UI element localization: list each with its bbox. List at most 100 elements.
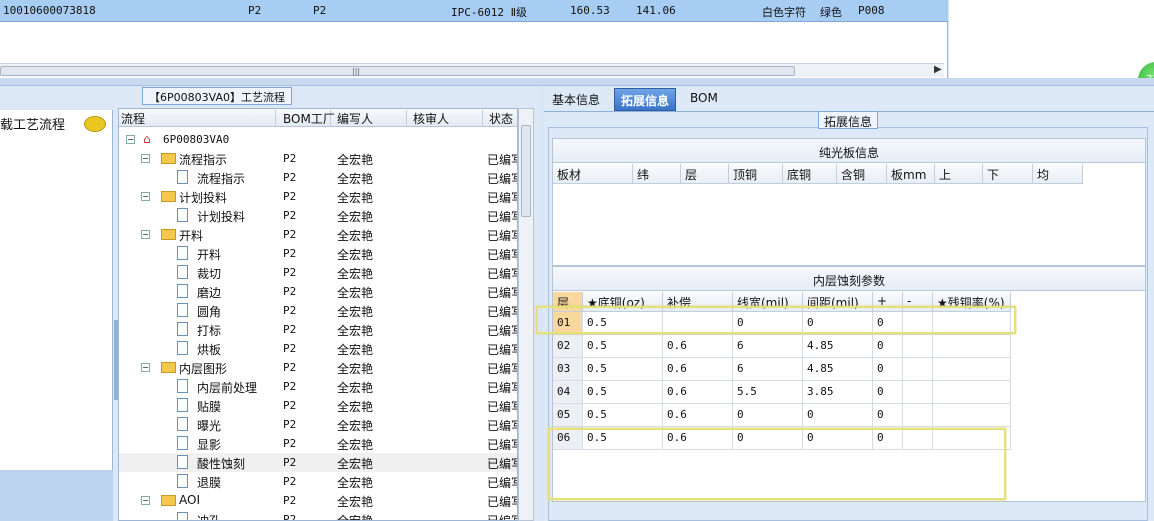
tab-bom[interactable]: BOM — [684, 88, 724, 111]
etch-col-header[interactable]: 间距(mil) — [803, 292, 873, 312]
etch-cell[interactable]: 6 — [733, 358, 803, 381]
tree-row[interactable]: 打标 P2 全宏艳 已编写 — [119, 320, 517, 339]
etch-row-layer[interactable]: 05 — [553, 404, 583, 427]
etch-cell[interactable] — [933, 381, 1011, 404]
etch-cell[interactable]: 0 — [873, 335, 903, 358]
etch-cell[interactable]: 0 — [803, 404, 873, 427]
board-col-header[interactable]: 上 — [935, 164, 983, 184]
etch-cell[interactable]: 0.5 — [583, 404, 663, 427]
tree-row[interactable]: − 流程指示 P2 全宏艳 已编写 — [119, 149, 517, 168]
etch-col-header[interactable]: 线宽(mil) — [733, 292, 803, 312]
etch-cell[interactable]: 0.5 — [583, 381, 663, 404]
collapse-icon[interactable]: − — [141, 230, 150, 239]
etch-cell[interactable]: 0.6 — [663, 358, 733, 381]
etch-cell[interactable]: 0 — [873, 358, 903, 381]
tree-row[interactable]: 烘板 P2 全宏艳 已编写 — [119, 339, 517, 358]
tree-row[interactable]: 磨边 P2 全宏艳 已编写 — [119, 282, 517, 301]
board-col-header[interactable]: 顶铜 — [729, 164, 783, 184]
board-col-header[interactable]: 含铜 — [837, 164, 887, 184]
etch-cell[interactable] — [903, 427, 933, 450]
tree-row[interactable]: 开料 P2 全宏艳 已编写 — [119, 244, 517, 263]
horizontal-splitter[interactable] — [0, 78, 1154, 86]
etch-cell[interactable] — [903, 381, 933, 404]
collapse-icon[interactable]: − — [126, 135, 135, 144]
etch-col-header[interactable]: 补偿 — [663, 292, 733, 312]
horizontal-scrollbar[interactable]: ||| ▶ — [0, 63, 944, 77]
etch-cell[interactable]: 0 — [873, 404, 903, 427]
tree-row[interactable]: 曝光 P2 全宏艳 已编写 — [119, 415, 517, 434]
collapse-icon[interactable]: − — [141, 154, 150, 163]
etch-col-header[interactable]: + — [873, 292, 903, 312]
collapse-icon[interactable]: − — [141, 496, 150, 505]
col-header-bom-factory[interactable]: BOM工厂 — [283, 110, 335, 126]
etch-cell[interactable]: 3.85 — [803, 381, 873, 404]
collapse-icon[interactable]: − — [141, 363, 150, 372]
tree-row[interactable]: 退膜 P2 全宏艳 已编写 — [119, 472, 517, 491]
etch-col-header[interactable]: 层 — [553, 292, 583, 312]
etch-cell[interactable]: 0.6 — [663, 335, 733, 358]
tree-row[interactable]: 酸性蚀刻 P2 全宏艳 已编写 — [119, 453, 517, 472]
etch-cell[interactable] — [933, 427, 1011, 450]
tree-row[interactable]: 显影 P2 全宏艳 已编写 — [119, 434, 517, 453]
panel-resize-grip[interactable] — [114, 320, 118, 400]
etch-cell[interactable] — [903, 335, 933, 358]
tree-row[interactable]: 贴膜 P2 全宏艳 已编写 — [119, 396, 517, 415]
board-col-header[interactable]: 板mm — [887, 164, 935, 184]
etch-cell[interactable] — [903, 358, 933, 381]
col-header-process[interactable]: 流程 — [121, 110, 276, 126]
tree-row[interactable]: − 内层图形 P2 全宏艳 已编写 — [119, 358, 517, 377]
tree-row[interactable]: 计划投料 P2 全宏艳 已编写 — [119, 206, 517, 225]
tree-root-row[interactable]: − ⌂ 6P00803VA0 — [119, 130, 517, 149]
etch-cell[interactable]: 0 — [803, 312, 873, 335]
etch-row-layer[interactable]: 04 — [553, 381, 583, 404]
vertical-scrollbar[interactable] — [518, 108, 534, 521]
etch-cell[interactable] — [933, 404, 1011, 427]
etch-row-layer[interactable]: 02 — [553, 335, 583, 358]
etch-cell[interactable]: 0 — [733, 312, 803, 335]
etch-cell[interactable] — [933, 335, 1011, 358]
board-col-header[interactable]: 下 — [983, 164, 1033, 184]
tab-basic-info[interactable]: 基本信息 — [546, 88, 606, 111]
etch-cell[interactable] — [663, 312, 733, 335]
etch-cell[interactable]: 0.5 — [583, 312, 663, 335]
scrollbar-thumb[interactable] — [521, 125, 531, 217]
etch-cell[interactable]: 0 — [873, 427, 903, 450]
etch-cell[interactable]: 0 — [733, 427, 803, 450]
etch-col-header[interactable]: ★残铜率(%) — [933, 292, 1011, 312]
collapse-icon[interactable]: − — [141, 192, 150, 201]
etch-cell[interactable]: 6 — [733, 335, 803, 358]
tree-row[interactable]: − 开料 P2 全宏艳 已编写 — [119, 225, 517, 244]
etch-cell[interactable]: 0 — [873, 312, 903, 335]
etch-cell[interactable]: 0 — [733, 404, 803, 427]
etch-cell[interactable] — [933, 312, 1011, 335]
etch-cell[interactable]: 4.85 — [803, 358, 873, 381]
process-tree-grid[interactable]: 流程 BOM工厂 编写人 核审人 状态 − ⌂ 6P00803VA0 − 流程指示… — [118, 108, 518, 521]
etch-cell[interactable]: 0.6 — [663, 404, 733, 427]
etch-row-layer[interactable]: 01 — [553, 312, 583, 335]
etch-cell[interactable]: 0.5 — [583, 427, 663, 450]
tree-row[interactable]: − AOI P2 全宏艳 已编写 — [119, 491, 517, 510]
tree-row[interactable]: 冲孔 P2 全宏艳 已编写 — [119, 510, 517, 520]
tree-row[interactable]: 流程指示 P2 全宏艳 已编写 — [119, 168, 517, 187]
etch-cell[interactable] — [933, 358, 1011, 381]
etch-cell[interactable] — [903, 404, 933, 427]
etch-cell[interactable]: 5.5 — [733, 381, 803, 404]
etch-cell[interactable] — [903, 312, 933, 335]
etch-cell[interactable]: 0.6 — [663, 381, 733, 404]
tree-row[interactable]: 内层前处理 P2 全宏艳 已编写 — [119, 377, 517, 396]
board-col-header[interactable]: 底铜 — [783, 164, 837, 184]
col-header-reviewer[interactable]: 核审人 — [413, 110, 483, 126]
scroll-right-arrow-icon[interactable]: ▶ — [934, 64, 942, 75]
etch-row-layer[interactable]: 03 — [553, 358, 583, 381]
etch-col-header[interactable]: - — [903, 292, 933, 312]
board-col-header[interactable]: 层 — [681, 164, 729, 184]
col-header-writer[interactable]: 编写人 — [337, 110, 407, 126]
board-col-header[interactable]: 板材 — [553, 164, 633, 184]
etch-cell[interactable]: 0.5 — [583, 358, 663, 381]
top-grid-selected-row[interactable]: 10010600073818 P2 P2 IPC-6012 Ⅱ级 160.53 … — [0, 0, 948, 22]
col-header-status[interactable]: 状态 — [489, 110, 517, 126]
chat-bubble-icon[interactable] — [84, 116, 106, 132]
tree-row[interactable]: − 计划投料 P2 全宏艳 已编写 — [119, 187, 517, 206]
etch-row-layer[interactable]: 06 — [553, 427, 583, 450]
etch-cell[interactable]: 4.85 — [803, 335, 873, 358]
